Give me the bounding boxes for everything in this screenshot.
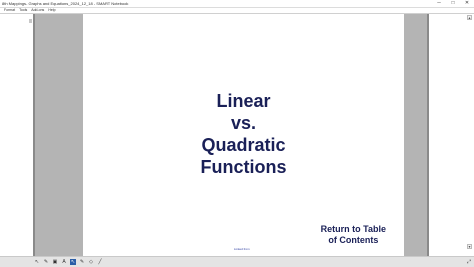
pointer-tool-icon[interactable]: ↖ xyxy=(70,259,76,265)
window-controls: ─ □ ✕ xyxy=(432,0,474,7)
title-line: Linear xyxy=(216,91,271,111)
minimize-button[interactable]: ─ xyxy=(432,0,446,7)
fullscreen-icon[interactable]: ⤢ xyxy=(466,259,472,265)
scroll-down-icon[interactable]: ▾ xyxy=(467,244,472,249)
menu-tools[interactable]: Tools xyxy=(19,8,27,13)
window-title: 8th Mappings- Graphs and Equations_2024_… xyxy=(2,1,129,6)
return-link-line2: of Contents xyxy=(328,235,379,245)
menu-format[interactable]: Format xyxy=(4,8,15,13)
line-tool-icon[interactable]: ╱ xyxy=(97,259,103,265)
title-line: Functions xyxy=(200,157,287,177)
menu-help[interactable]: Help xyxy=(48,8,55,13)
sidebar-marker xyxy=(29,19,32,23)
menu-list: Format Tools Add-ons Help xyxy=(4,8,56,13)
scroll-up-icon[interactable]: ▴ xyxy=(467,15,472,20)
image-tool-icon[interactable]: ▣ xyxy=(52,259,58,265)
right-sidebar: ▴ ▾ xyxy=(429,14,474,256)
tool-bar: ↖ ✎ ▣ A ↖ ✎ ◇ ╱ ⤢ xyxy=(0,256,474,267)
credits-text: Linked from xyxy=(234,247,250,251)
return-to-contents-link[interactable]: Return to Table of Contents xyxy=(321,224,386,246)
page-margin-right xyxy=(404,14,429,256)
page-margin-left xyxy=(33,14,83,256)
slide-title: Linear vs. Quadratic Functions xyxy=(83,90,404,178)
title-line: Quadratic xyxy=(201,135,286,155)
select-tool-icon[interactable]: ↖ xyxy=(34,259,40,265)
tool-list: ↖ ✎ ▣ A ↖ ✎ ◇ ╱ xyxy=(34,259,103,265)
window-titlebar: 8th Mappings- Graphs and Equations_2024_… xyxy=(0,0,474,8)
maximize-button[interactable]: □ xyxy=(446,0,460,7)
eraser-tool-icon[interactable]: ◇ xyxy=(88,259,94,265)
left-sidebar xyxy=(0,14,33,256)
menu-add-ons[interactable]: Add-ons xyxy=(31,8,44,13)
pen-tool-icon[interactable]: ✎ xyxy=(43,259,49,265)
close-button[interactable]: ✕ xyxy=(460,0,474,7)
return-link-line1: Return to Table xyxy=(320,224,386,234)
pen-style-tool-icon[interactable]: ✎ xyxy=(79,259,85,265)
slide-page[interactable]: Linear vs. Quadratic Functions Return to… xyxy=(83,14,404,256)
text-tool-icon[interactable]: A xyxy=(61,259,67,265)
title-line: vs. xyxy=(230,113,257,133)
